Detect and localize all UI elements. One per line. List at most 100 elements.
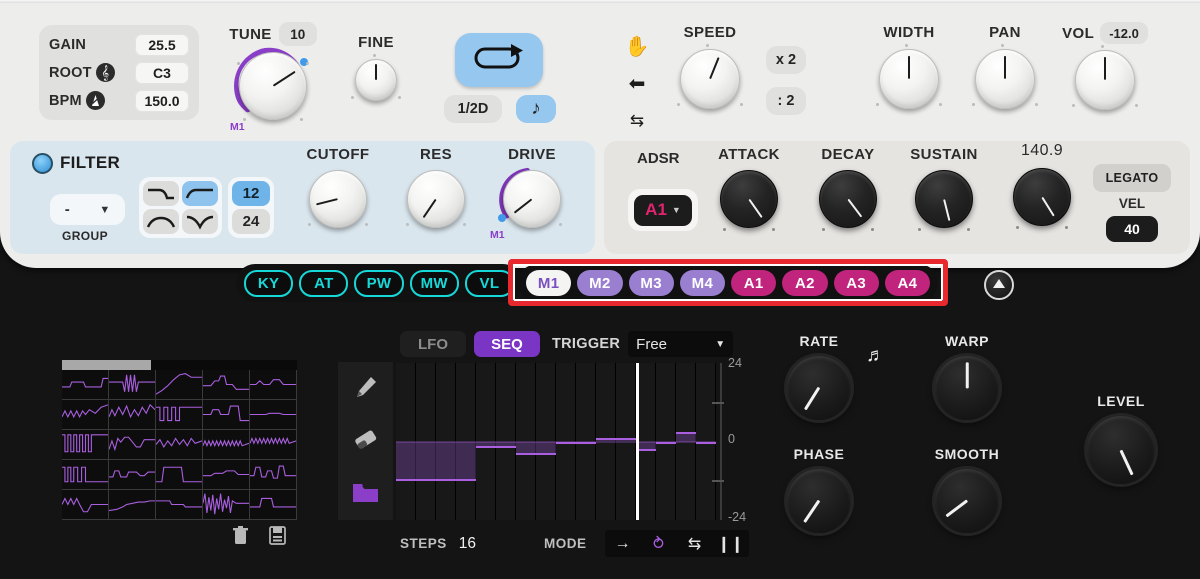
slope-24-button[interactable]: 24 [232,209,270,234]
tab-at[interactable]: AT [299,269,349,297]
level-knob[interactable] [1087,416,1155,484]
note-sync-button[interactable]: ♪ [516,95,556,123]
pencil-icon[interactable] [354,375,378,404]
lowpass-icon[interactable] [143,181,179,206]
loop-mode-button[interactable] [455,33,543,87]
filter-group-select[interactable]: - ▼ [50,194,125,225]
velocity-value[interactable]: 40 [1106,216,1158,242]
waveform-preset-cell[interactable] [109,460,156,490]
eraser-icon[interactable] [354,429,378,456]
slope-12-button[interactable]: 12 [232,181,270,206]
arrow-left-icon[interactable]: ⬅ [620,65,654,102]
highpass-icon[interactable] [182,181,218,206]
rate-division-button[interactable]: 1/2D [444,95,502,123]
collapse-button[interactable] [984,270,1014,300]
sequencer-step-bar[interactable] [516,441,536,455]
root-row[interactable]: ROOT 𝄞 C3 [49,61,189,85]
phase-knob[interactable] [787,469,851,533]
waveform-preset-cell[interactable] [156,490,203,520]
speed-knob[interactable] [677,44,743,109]
waveform-preset-cell[interactable] [156,370,203,400]
hand-icon[interactable]: ✋ [620,28,654,65]
tab-mw[interactable]: MW [409,269,459,297]
waveform-preset-cell[interactable] [250,370,297,400]
tab-lfo[interactable]: LFO [400,331,466,357]
save-icon[interactable] [269,526,286,550]
bpm-value[interactable]: 150.0 [135,89,189,112]
sequencer-step-bar[interactable] [396,441,416,481]
trash-icon[interactable] [232,526,249,550]
waveform-preset-cell[interactable] [203,400,250,430]
drive-knob[interactable] [498,167,562,228]
vol-value-badge[interactable]: -12.0 [1100,22,1148,44]
pause-icon[interactable]: ❙❙ [713,534,749,554]
width-knob[interactable] [876,44,942,109]
sequencer-playhead[interactable] [636,363,639,520]
sequencer-step-bar[interactable] [416,441,436,481]
waveform-preset-cell[interactable] [109,490,156,520]
browser-scrollbar[interactable] [62,360,297,370]
waveform-preset-cell[interactable] [203,460,250,490]
sequencer-step-bar[interactable] [436,441,456,481]
sustain-knob[interactable] [915,170,973,231]
filter-enable-led[interactable] [32,153,53,174]
sequencer-step-bar[interactable] [536,441,556,455]
waveform-preset-cell[interactable] [109,370,156,400]
legato-button[interactable]: LEGATO [1093,164,1171,192]
gain-value[interactable]: 25.5 [135,33,189,56]
trigger-select[interactable]: Free ▼ [628,331,734,357]
waveform-preset-cell[interactable] [62,400,109,430]
bandpass-icon[interactable] [143,209,179,234]
sequencer-step-bar[interactable] [456,441,476,481]
tune-value-badge[interactable]: 10 [278,22,317,46]
pingpong-icon[interactable]: ⇆ [677,534,713,554]
smooth-knob[interactable] [935,469,999,533]
waveform-preset-cell[interactable] [156,430,203,460]
waveform-preset-cell[interactable] [62,430,109,460]
waveform-preset-cell[interactable] [250,490,297,520]
tab-pw[interactable]: PW [354,269,404,297]
waveform-preset-cell[interactable] [203,490,250,520]
notch-icon[interactable] [182,209,218,234]
warp-knob[interactable] [935,356,999,420]
attack-knob[interactable] [720,170,778,231]
arrow-right-icon[interactable]: → [605,535,641,553]
waveform-preset-cell[interactable] [156,400,203,430]
folder-icon[interactable] [352,481,379,508]
cutoff-knob[interactable] [308,170,368,228]
speed-divide-button[interactable]: : 2 [766,87,806,115]
loop-icon[interactable]: ⥁ [641,534,677,554]
waveform-preset-cell[interactable] [203,370,250,400]
step-sequencer[interactable] [396,363,716,520]
adsr-selector[interactable]: A1 ▼ [628,189,698,231]
tab-vl[interactable]: VL [464,269,515,297]
waveform-preset-cell[interactable] [203,430,250,460]
bpm-row[interactable]: BPM 150.0 [49,89,189,113]
waveform-preset-cell[interactable] [250,430,297,460]
waveform-preset-cell[interactable] [109,400,156,430]
gain-row[interactable]: GAIN 25.5 [49,33,189,57]
pan-knob[interactable] [972,44,1038,109]
swap-arrows-icon[interactable]: ⇆ [620,102,654,139]
note-icon[interactable]: ♬ [866,345,885,367]
root-value[interactable]: C3 [135,61,189,84]
release-knob[interactable] [1013,168,1071,229]
steps-value[interactable]: 16 [459,535,476,553]
waveform-preset-cell[interactable] [156,460,203,490]
res-knob[interactable] [406,170,466,228]
tab-seq[interactable]: SEQ [474,331,540,357]
speed-multiply-button[interactable]: x 2 [766,46,806,74]
vol-knob[interactable] [1072,45,1138,110]
waveform-browser[interactable] [62,360,297,520]
fine-knob[interactable] [351,54,401,101]
waveform-preset-cell[interactable] [250,460,297,490]
tab-ky[interactable]: KY [244,269,294,297]
waveform-preset-cell[interactable] [109,430,156,460]
waveform-preset-cell[interactable] [62,460,109,490]
waveform-preset-cell[interactable] [62,370,109,400]
decay-knob[interactable] [819,170,877,231]
waveform-preset-cell[interactable] [250,400,297,430]
tune-knob[interactable] [234,47,309,121]
rate-knob[interactable] [787,356,851,420]
waveform-preset-cell[interactable] [62,490,109,520]
